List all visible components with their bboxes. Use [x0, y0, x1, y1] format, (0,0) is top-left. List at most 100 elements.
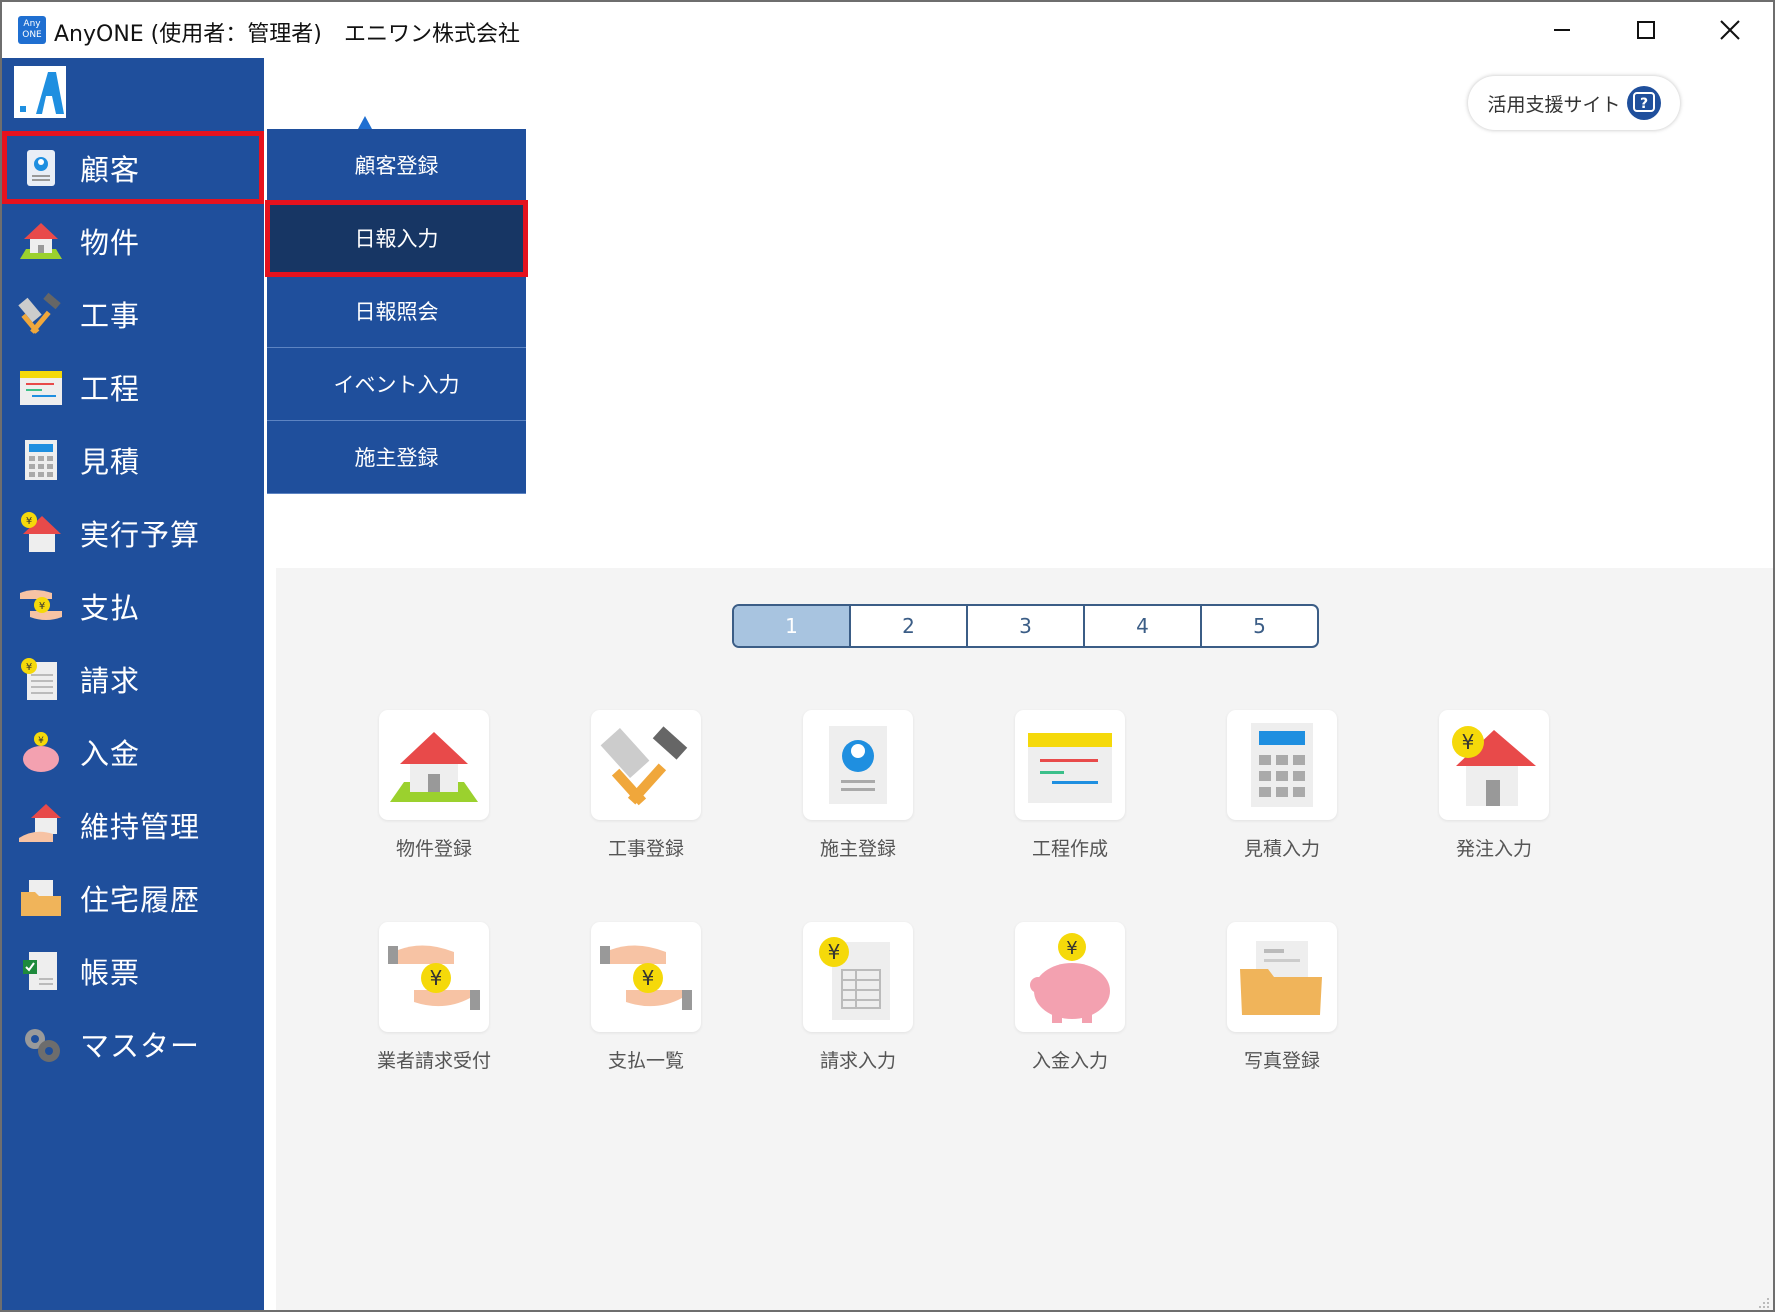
close-button[interactable] — [1700, 10, 1760, 50]
payment-hands-icon: ¥ — [16, 581, 66, 631]
sidebar-item-estimate[interactable]: 見積 — [2, 423, 264, 496]
page-tab-1[interactable]: 1 — [734, 606, 851, 646]
app-badge-line2: ONE — [22, 30, 42, 40]
company-name: エニワン株式会社 — [344, 22, 521, 47]
maximize-button[interactable] — [1616, 10, 1676, 50]
submenu-item-customer-register[interactable]: 顧客登録 — [267, 129, 526, 202]
page-tab-2[interactable]: 2 — [851, 606, 968, 646]
minimize-button[interactable] — [1532, 10, 1592, 50]
sidebar-item-label: マスター — [80, 1028, 201, 1063]
sidebar-item-label: 入金 — [80, 736, 141, 771]
house-icon — [16, 216, 66, 266]
customer-icon — [16, 143, 66, 193]
sidebar-item-reports[interactable]: 帳票 — [2, 934, 264, 1007]
svg-text:¥: ¥ — [39, 601, 45, 612]
sidebar-item-label: 請求 — [80, 663, 141, 698]
tile-photo-register[interactable]: 写真登録 — [1202, 922, 1362, 1082]
svg-text:¥: ¥ — [1066, 938, 1077, 959]
svg-text:¥: ¥ — [430, 966, 443, 990]
tile-deposit-input[interactable]: ¥ 入金入力 — [990, 922, 1150, 1082]
support-site-label: 活用支援サイト — [1487, 93, 1621, 116]
sidebar-item-deposit[interactable]: ¥ 入金 — [2, 715, 264, 788]
tile-label: 物件登録 — [395, 838, 472, 860]
schedule-icon — [16, 362, 66, 412]
sidebar: 顧客 物件 工事 工程 見積 ¥ 実行予算 ¥ 支払 ¥ 請求 ¥ 入金 維持管… — [2, 58, 264, 1310]
maximize-icon — [1637, 21, 1655, 39]
photo-folder-icon — [1227, 922, 1337, 1032]
tile-owner-register[interactable]: 施主登録 — [778, 710, 938, 870]
vendor-invoice-hands-icon: ¥ — [379, 922, 489, 1032]
sidebar-item-label: 住宅履歴 — [80, 882, 201, 917]
schedule-icon — [1015, 710, 1125, 820]
submenu-item-event-input[interactable]: イベント入力 — [267, 348, 526, 421]
support-site-button[interactable]: 活用支援サイト ? — [1468, 76, 1680, 130]
sidebar-item-label: 工事 — [80, 298, 141, 333]
sidebar-item-construction[interactable]: 工事 — [2, 277, 264, 350]
close-icon — [1720, 20, 1740, 40]
tile-label: 入金入力 — [1031, 1050, 1108, 1072]
sidebar-item-budget[interactable]: ¥ 実行予算 — [2, 496, 264, 569]
budget-house-icon: ¥ — [16, 508, 66, 558]
resize-grip-icon — [1759, 1298, 1769, 1308]
sidebar-item-label: 物件 — [80, 225, 141, 260]
page-tab-3[interactable]: 3 — [968, 606, 1085, 646]
submenu-item-owner-register[interactable]: 施主登録 — [267, 421, 526, 494]
app-badge-line1: Any — [23, 19, 41, 29]
tools-icon — [16, 289, 66, 339]
tools-icon — [591, 710, 701, 820]
resize-grip[interactable] — [1756, 1294, 1770, 1308]
svg-text:¥: ¥ — [642, 966, 655, 990]
sidebar-item-property[interactable]: 物件 — [2, 204, 264, 277]
sidebar-item-payment[interactable]: ¥ 支払 — [2, 569, 264, 642]
sidebar-item-label: 見積 — [80, 444, 141, 479]
window-title: AnyONE (使用者：管理者) — [54, 22, 322, 47]
piggy-bank-icon: ¥ — [16, 727, 66, 777]
sidebar-item-master[interactable]: マスター — [2, 1007, 264, 1080]
sidebar-item-label: 帳票 — [80, 955, 141, 990]
tile-order-input[interactable]: ¥ 発注入力 — [1414, 710, 1574, 870]
svg-text:¥: ¥ — [828, 940, 841, 964]
tile-label: 発注入力 — [1455, 838, 1532, 860]
submenu-pointer — [358, 116, 372, 129]
calculator-icon — [1227, 710, 1337, 820]
tile-estimate-input[interactable]: 見積入力 — [1202, 710, 1362, 870]
minimize-icon — [1554, 29, 1570, 31]
tile-process-create[interactable]: 工程作成 — [990, 710, 1150, 870]
submenu-item-daily-report-view[interactable]: 日報照会 — [267, 275, 526, 348]
svg-text:¥: ¥ — [1462, 730, 1475, 754]
svg-text:¥: ¥ — [26, 516, 32, 527]
sidebar-item-housing-history[interactable]: 住宅履歴 — [2, 861, 264, 934]
piggy-bank-icon: ¥ — [1015, 922, 1125, 1032]
calculator-icon — [16, 435, 66, 485]
anyone-logo[interactable] — [14, 66, 66, 118]
submenu-item-daily-report-input[interactable]: 日報入力 — [265, 200, 528, 277]
sidebar-item-maintenance[interactable]: 維持管理 — [2, 788, 264, 861]
sidebar-item-customer[interactable]: 顧客 — [2, 131, 264, 204]
house-icon — [379, 710, 489, 820]
sidebar-item-process[interactable]: 工程 — [2, 350, 264, 423]
report-icon — [16, 946, 66, 996]
logo-icon — [20, 72, 64, 114]
sidebar-item-billing[interactable]: ¥ 請求 — [2, 642, 264, 715]
maintenance-icon — [16, 800, 66, 850]
owner-document-icon — [803, 710, 913, 820]
app-window: Any ONE AnyONE (使用者：管理者) エニワン株式会社 顧客 物件 … — [0, 0, 1775, 1312]
tile-property-register[interactable]: 物件登録 — [354, 710, 514, 870]
tile-vendor-invoice-receipt[interactable]: ¥ 業者請求受付 — [354, 922, 514, 1082]
payment-hands-icon: ¥ — [591, 922, 701, 1032]
tile-label: 写真登録 — [1243, 1050, 1320, 1072]
tile-construction-register[interactable]: 工事登録 — [566, 710, 726, 870]
tile-billing-input[interactable]: ¥ 請求入力 — [778, 922, 938, 1082]
invoice-icon: ¥ — [16, 654, 66, 704]
svg-text:?: ? — [1639, 96, 1647, 112]
app-logo-badge: Any ONE — [18, 16, 46, 44]
tile-payment-list[interactable]: ¥ 支払一覧 — [566, 922, 726, 1082]
page-tab-5[interactable]: 5 — [1202, 606, 1317, 646]
sidebar-item-label: 工程 — [80, 371, 141, 406]
page-tabs: 1 2 3 4 5 — [732, 604, 1319, 648]
tile-label: 施主登録 — [819, 838, 896, 860]
sidebar-item-label: 実行予算 — [80, 517, 201, 552]
title-bar: Any ONE AnyONE (使用者：管理者) エニワン株式会社 — [2, 2, 1773, 58]
page-tab-4[interactable]: 4 — [1085, 606, 1202, 646]
sidebar-item-label: 顧客 — [80, 152, 141, 187]
